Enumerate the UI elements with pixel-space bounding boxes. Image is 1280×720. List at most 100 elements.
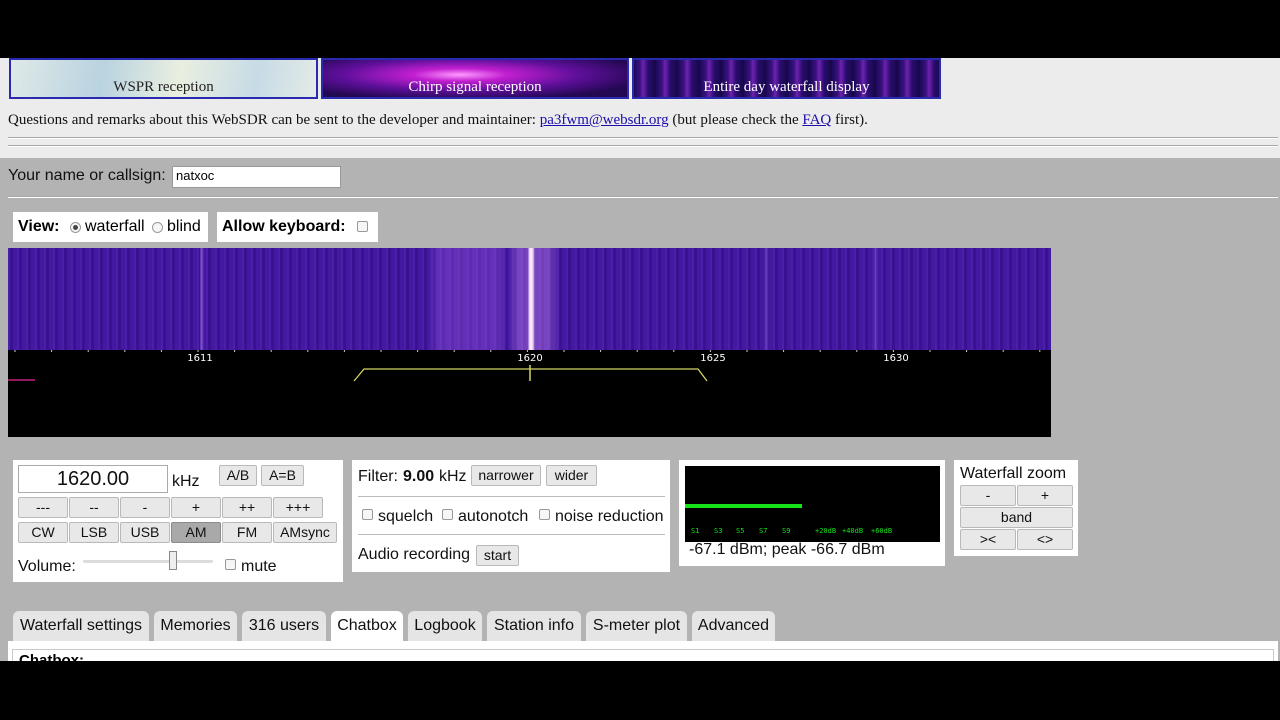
smeter-scale-label: S1 bbox=[691, 527, 700, 535]
scale-label-1611: 1611 bbox=[187, 353, 212, 364]
wspr-thumbnail[interactable]: WSPR reception bbox=[9, 58, 318, 99]
mode-amsync-button[interactable]: AMsync bbox=[273, 522, 337, 543]
tab-smeter-plot[interactable]: S-meter plot bbox=[586, 611, 687, 643]
callsign-input[interactable]: natxoc bbox=[172, 166, 341, 188]
tab-logbook[interactable]: Logbook bbox=[408, 611, 482, 643]
tab-memories[interactable]: Memories bbox=[154, 611, 237, 643]
remarks-text: Questions and remarks about this WebSDR … bbox=[8, 112, 868, 129]
scale-label-1630: 1630 bbox=[883, 353, 908, 364]
remark-text-1: Questions and remarks about this WebSDR … bbox=[8, 112, 540, 128]
tab-users[interactable]: 316 users bbox=[242, 611, 326, 643]
mode-am-button[interactable]: AM bbox=[171, 522, 221, 543]
mode-lsb-button[interactable]: LSB bbox=[69, 522, 119, 543]
scale-label-1620: 1620 bbox=[517, 353, 542, 364]
audio-recording-label: Audio recording bbox=[358, 546, 471, 563]
mode-usb-button[interactable]: USB bbox=[120, 522, 170, 543]
divider bbox=[8, 145, 1278, 147]
faq-link[interactable]: FAQ bbox=[802, 112, 831, 128]
keyboard-box: Allow keyboard: bbox=[217, 212, 378, 242]
smeter-display: S1 S3 S5 S7 S9 +20dB +40dB +60dB bbox=[685, 466, 940, 542]
autonotch-label: autonotch bbox=[458, 508, 529, 525]
scale-label-1625: 1625 bbox=[700, 353, 725, 364]
smeter-scale: S1 S3 S5 S7 S9 +20dB +40dB +60dB bbox=[685, 527, 940, 539]
squelch-label: squelch bbox=[378, 508, 434, 525]
frequency-scale[interactable]: 1611 1620 1625 1630 bbox=[8, 350, 1051, 437]
view-box: View: waterfall blind bbox=[13, 212, 208, 242]
tuning-panel: 1620.00 kHz A/B A=B --- -- - + ++ +++ CW… bbox=[13, 460, 343, 582]
blind-radio-label: blind bbox=[167, 218, 201, 235]
mode-cw-button[interactable]: CW bbox=[18, 522, 68, 543]
autonotch-checkbox[interactable] bbox=[442, 509, 453, 520]
zoom-in-button[interactable]: + bbox=[1017, 485, 1073, 506]
waterfall-zoom-panel: Waterfall zoom - + band >< <> bbox=[954, 460, 1078, 556]
smeter-scale-label: +20dB bbox=[815, 527, 837, 535]
callsign-label: Your name or callsign: bbox=[8, 167, 166, 184]
zoom-band-button[interactable]: band bbox=[960, 507, 1073, 528]
chatbox-title: Chatbox: bbox=[19, 652, 84, 661]
waterfall-radio[interactable] bbox=[70, 222, 81, 233]
chirp-thumbnail-label: Chirp signal reception bbox=[408, 79, 542, 95]
allow-keyboard-label: Allow keyboard: bbox=[222, 218, 346, 235]
filter-bandwidth: 9.00 bbox=[403, 468, 435, 485]
step-up-1-button[interactable]: + bbox=[171, 497, 221, 518]
waterfall-zoom-title: Waterfall zoom bbox=[960, 465, 1067, 482]
wider-button[interactable]: wider bbox=[546, 465, 597, 486]
step-down-1-button[interactable]: - bbox=[120, 497, 170, 518]
mode-fm-button[interactable]: FM bbox=[222, 522, 272, 543]
filter-divider bbox=[358, 496, 665, 497]
narrower-button[interactable]: narrower bbox=[471, 465, 541, 486]
mute-label: mute bbox=[241, 558, 277, 575]
volume-label: Volume: bbox=[18, 558, 76, 575]
tab-advanced[interactable]: Advanced bbox=[692, 611, 775, 643]
day-waterfall-thumbnail-label: Entire day waterfall display bbox=[703, 79, 870, 95]
recording-start-button[interactable]: start bbox=[476, 545, 519, 566]
filter-panel: Filter: 9.00 kHz narrower wider squelch … bbox=[352, 460, 670, 572]
smeter-panel: S1 S3 S5 S7 S9 +20dB +40dB +60dB -67.1 dBm; pea… bbox=[679, 460, 945, 566]
step-down-2-button[interactable]: -- bbox=[69, 497, 119, 518]
smeter-scale-label: +60dB bbox=[871, 527, 893, 535]
chirp-thumbnail[interactable]: Chirp signal reception bbox=[321, 58, 629, 99]
step-up-2-button[interactable]: ++ bbox=[222, 497, 272, 518]
chatbox-panel: Chatbox: bbox=[8, 641, 1278, 661]
tab-station-info[interactable]: Station info bbox=[487, 611, 581, 643]
filter-label: Filter: bbox=[358, 468, 398, 485]
day-waterfall-thumbnail[interactable]: Entire day waterfall display bbox=[632, 58, 941, 99]
tab-waterfall-settings[interactable]: Waterfall settings bbox=[13, 611, 149, 643]
frequency-input[interactable]: 1620.00 bbox=[18, 465, 168, 493]
waterfall-image[interactable] bbox=[8, 248, 1051, 350]
zoom-wide-button[interactable]: <> bbox=[1017, 529, 1073, 550]
remark-text-3: first). bbox=[831, 112, 868, 128]
frequency-unit: kHz bbox=[172, 473, 200, 490]
step-up-3-button[interactable]: +++ bbox=[273, 497, 323, 518]
wspr-thumbnail-label: WSPR reception bbox=[113, 79, 214, 95]
tab-chatbox[interactable]: Chatbox bbox=[331, 611, 403, 643]
smeter-scale-label: S7 bbox=[759, 527, 768, 535]
step-down-3-button[interactable]: --- bbox=[18, 497, 68, 518]
volume-slider-thumb[interactable] bbox=[168, 551, 177, 570]
smeter-scale-label: S9 bbox=[782, 527, 791, 535]
volume-slider-track[interactable] bbox=[83, 560, 213, 563]
a-equals-b-button[interactable]: A=B bbox=[261, 465, 304, 486]
smeter-scale-label: S3 bbox=[714, 527, 723, 535]
waterfall-display[interactable]: 1611 1620 1625 1630 bbox=[8, 248, 1051, 437]
waterfall-radio-label: waterfall bbox=[85, 218, 145, 235]
noise-reduction-label: noise reduction bbox=[555, 508, 664, 525]
smeter-scale-label: S5 bbox=[736, 527, 745, 535]
ab-button[interactable]: A/B bbox=[219, 465, 257, 486]
remark-text-2: (but please check the bbox=[668, 112, 803, 128]
divider bbox=[8, 196, 1278, 198]
noise-reduction-checkbox[interactable] bbox=[539, 509, 550, 520]
allow-keyboard-checkbox[interactable] bbox=[357, 221, 368, 232]
zoom-out-button[interactable]: - bbox=[960, 485, 1016, 506]
squelch-checkbox[interactable] bbox=[362, 509, 373, 520]
smeter-bar bbox=[685, 504, 803, 508]
smeter-scale-label: +40dB bbox=[842, 527, 864, 535]
chatbox-frame: Chatbox: bbox=[12, 649, 1274, 661]
view-label: View: bbox=[18, 218, 60, 235]
top-section: WSPR reception Chirp signal reception En… bbox=[0, 58, 1280, 158]
mute-checkbox[interactable] bbox=[225, 559, 236, 570]
filter-divider bbox=[358, 534, 665, 535]
email-link[interactable]: pa3fwm@websdr.org bbox=[540, 112, 669, 128]
blind-radio[interactable] bbox=[152, 222, 163, 233]
zoom-narrow-button[interactable]: >< bbox=[960, 529, 1016, 550]
